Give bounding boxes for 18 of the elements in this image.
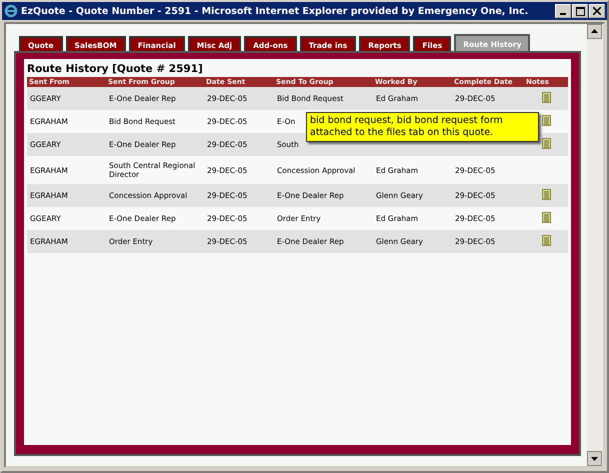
maximize-icon: [576, 6, 584, 16]
close-icon: [593, 7, 601, 15]
note-icon[interactable]: [542, 189, 550, 200]
note-icon[interactable]: [542, 235, 550, 246]
close-button[interactable]: [589, 4, 605, 18]
browser-logo-icon: [4, 4, 18, 18]
minimize-button[interactable]: [555, 4, 571, 18]
note-icon[interactable]: [542, 138, 550, 149]
tooltip: bid bond request, bid bond request form attached to the files tab on this quote.: [306, 112, 539, 142]
scrollbar[interactable]: [587, 24, 603, 466]
section-heading: Route History [Quote # 2591]: [27, 63, 204, 75]
note-icon[interactable]: [542, 115, 550, 126]
scroll-down-icon[interactable]: [587, 451, 602, 466]
window-title: EzQuote - Quote Number - 2591 - Microsoft Internet Explorer provided by Emergency One, Inc.: [21, 6, 530, 16]
scroll-up-icon[interactable]: [587, 24, 602, 39]
maximize-button[interactable]: [572, 4, 588, 18]
note-icon[interactable]: [542, 212, 550, 223]
note-icon[interactable]: [542, 92, 550, 103]
